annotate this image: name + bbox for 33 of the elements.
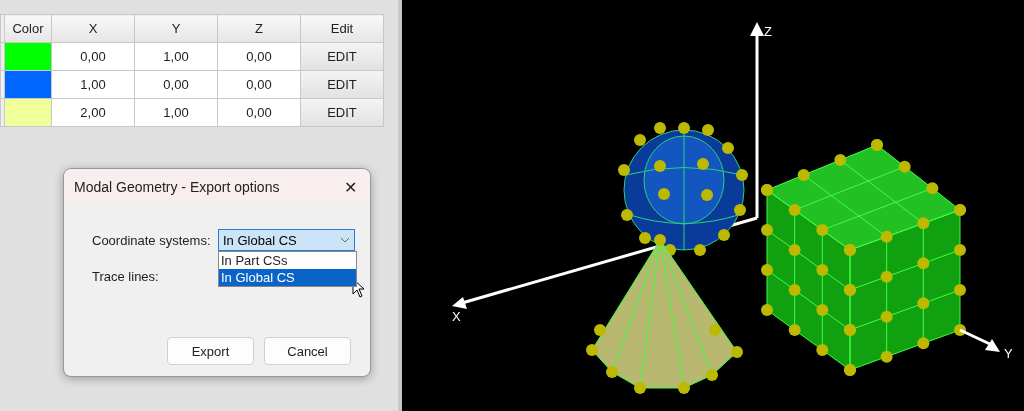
edit-button[interactable]: EDIT xyxy=(301,99,383,126)
dropdown-option[interactable]: In Part CSs xyxy=(219,252,356,269)
axis-label: Z xyxy=(764,24,772,39)
color-swatch[interactable] xyxy=(5,71,51,98)
dialog-button[interactable]: Cancel xyxy=(264,337,351,365)
edit-button[interactable]: EDIT xyxy=(301,71,383,98)
table-cell: 2,00 xyxy=(51,98,135,127)
color-swatch[interactable] xyxy=(5,43,51,70)
y-axis-arrow xyxy=(959,328,1000,352)
column-header: Color xyxy=(4,14,52,43)
table-cell: 0,00 xyxy=(217,70,301,99)
table-cell: 0,00 xyxy=(51,42,135,71)
column-header: Z xyxy=(217,14,301,43)
table-cell: 0,00 xyxy=(217,42,301,71)
field-label: Trace lines: xyxy=(92,268,160,284)
dialog-title: Modal Geometry - Export options xyxy=(74,179,280,195)
dialog-button[interactable]: Export xyxy=(167,337,254,365)
close-button[interactable]: ✕ xyxy=(330,169,370,205)
table-cell: 1,00 xyxy=(134,98,218,127)
axis-label: Y xyxy=(1004,346,1013,361)
edit-button[interactable]: EDIT xyxy=(301,43,383,70)
table-cell: 0,00 xyxy=(134,70,218,99)
table-cell: 1,00 xyxy=(134,42,218,71)
dropdown-option[interactable]: In Global CS xyxy=(219,269,356,286)
column-header: X xyxy=(51,14,135,43)
chevron-down-icon xyxy=(340,237,350,243)
field-label: Coordinate systems: xyxy=(92,232,212,248)
column-header: Edit xyxy=(300,14,384,43)
table-cell: 1,00 xyxy=(51,70,135,99)
axis-label: X xyxy=(452,309,461,324)
color-swatch[interactable] xyxy=(5,99,51,126)
table-cell: 0,00 xyxy=(217,98,301,127)
column-header: Y xyxy=(134,14,218,43)
